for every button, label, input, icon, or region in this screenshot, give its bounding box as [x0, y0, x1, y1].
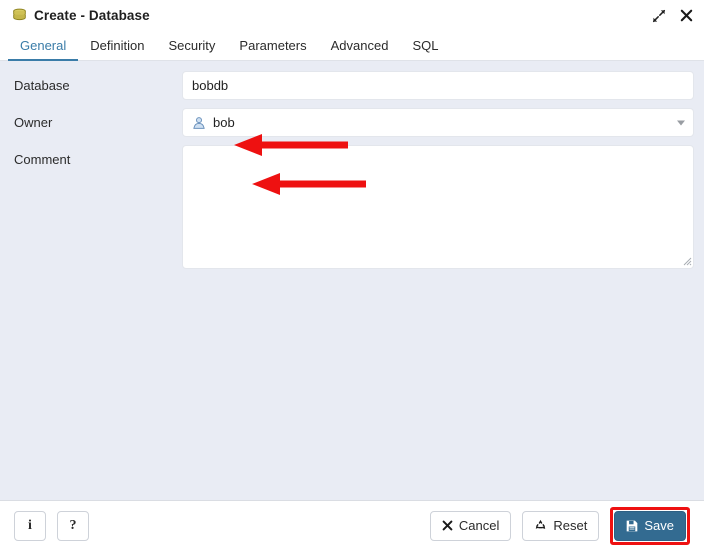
help-button[interactable]: ?: [57, 510, 89, 541]
database-icon: [12, 8, 27, 23]
user-icon: [192, 116, 206, 130]
save-floppy-icon: [626, 520, 638, 532]
reset-button[interactable]: Reset: [522, 510, 600, 541]
footer-right-actions: Cancel Reset Save: [429, 506, 690, 545]
dialog-title: Create - Database: [34, 8, 150, 23]
owner-field-row: Owner bob: [0, 108, 694, 137]
database-name-input[interactable]: [182, 71, 694, 100]
tab-sql[interactable]: SQL: [400, 31, 450, 61]
database-field-label: Database: [14, 78, 70, 93]
owner-field-control: bob: [182, 108, 694, 137]
tab-parameters[interactable]: Parameters: [227, 31, 318, 61]
tab-advanced-label: Advanced: [330, 37, 389, 53]
close-icon[interactable]: [679, 8, 694, 23]
info-icon: i: [28, 517, 32, 533]
tab-definition[interactable]: Definition: [78, 31, 156, 61]
dialog-footer: i ? Cancel Reset Save: [0, 500, 704, 550]
owner-value-text: bob: [213, 115, 235, 130]
tab-security[interactable]: Security: [156, 31, 227, 61]
tab-general-label: General: [20, 37, 67, 53]
general-tab-panel: Database Owner bob: [0, 61, 704, 500]
info-button[interactable]: i: [14, 510, 46, 541]
dialog-titlebar: Create - Database: [0, 0, 704, 31]
comment-textarea[interactable]: [182, 145, 694, 269]
owner-selected-value: bob: [192, 115, 235, 130]
titlebar-actions: [651, 8, 694, 23]
save-button[interactable]: Save: [614, 510, 686, 541]
tab-bar: General Definition Security Parameters A…: [0, 31, 704, 61]
chevron-down-icon[interactable]: [677, 120, 685, 125]
tab-parameters-label: Parameters: [239, 37, 307, 53]
database-field-row: Database: [0, 71, 694, 100]
tab-security-label: Security: [168, 37, 216, 53]
titlebar-left: Create - Database: [12, 8, 651, 23]
database-field-control: [182, 71, 694, 100]
tab-general[interactable]: General: [8, 31, 79, 61]
create-database-dialog: Create - Database General Definition Sec…: [0, 0, 704, 550]
question-mark-icon: ?: [69, 517, 77, 533]
close-x-icon: [442, 520, 453, 531]
save-button-highlight: Save: [610, 506, 690, 545]
tab-advanced[interactable]: Advanced: [319, 31, 401, 61]
reset-button-label: Reset: [553, 518, 588, 533]
owner-select[interactable]: bob: [182, 108, 694, 137]
expand-icon[interactable]: [651, 8, 666, 23]
tab-definition-label: Definition: [90, 37, 145, 53]
comment-field-row: Comment: [0, 145, 694, 269]
cancel-button-label: Cancel: [458, 518, 500, 533]
footer-left-actions: i ?: [14, 510, 430, 541]
comment-field-label: Comment: [14, 152, 71, 167]
save-button-label: Save: [644, 518, 674, 533]
comment-field-control: [182, 145, 694, 269]
cancel-button[interactable]: Cancel: [429, 510, 512, 541]
recycle-icon: [534, 519, 547, 532]
tab-sql-label: SQL: [412, 37, 439, 53]
owner-field-label: Owner: [14, 115, 53, 130]
